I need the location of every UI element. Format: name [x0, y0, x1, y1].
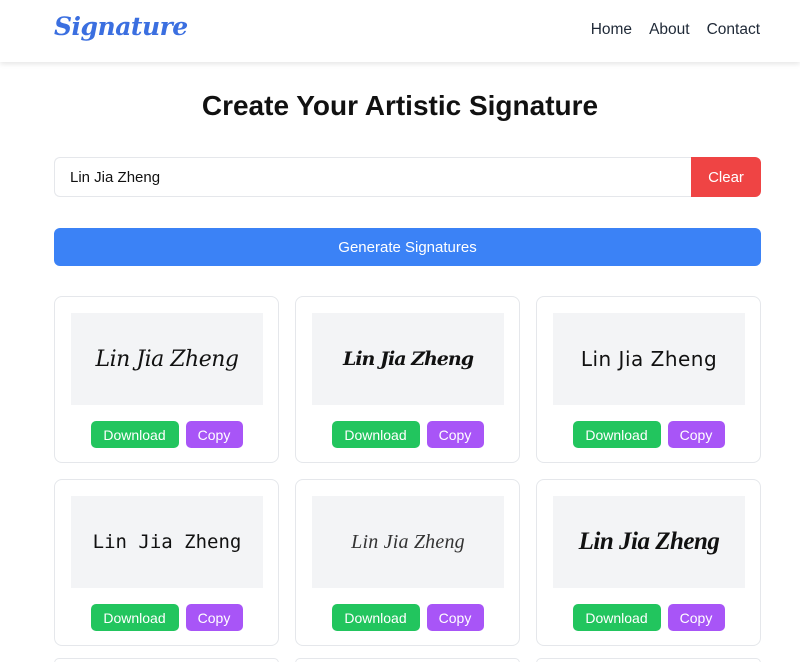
- download-button[interactable]: Download: [572, 604, 661, 631]
- copy-button[interactable]: Copy: [667, 604, 725, 631]
- download-button[interactable]: Download: [572, 421, 661, 448]
- nav-links: Home About Contact: [591, 21, 760, 39]
- signature-card-partial: [536, 658, 761, 662]
- signature-card-partial: [54, 658, 279, 662]
- page-title: Create Your Artistic Signature: [201, 90, 599, 121]
- card-actions: Download Copy: [55, 421, 278, 448]
- name-input[interactable]: [54, 157, 691, 197]
- logo[interactable]: Signature: [54, 12, 188, 41]
- signature-text: Lin Jia Zheng: [351, 530, 465, 553]
- nav-link-contact[interactable]: Contact: [707, 21, 760, 39]
- download-button[interactable]: Download: [90, 421, 179, 448]
- signature-text: Lin Jia Zheng: [578, 528, 720, 555]
- card-actions: Download Copy: [296, 604, 519, 631]
- generate-signatures-button[interactable]: Generate Signatures: [54, 228, 761, 266]
- signature-preview: Lin Jia Zheng: [312, 496, 504, 588]
- signature-card: Lin Jia Zheng Download Copy: [295, 296, 520, 463]
- card-actions: Download Copy: [55, 604, 278, 631]
- copy-button[interactable]: Copy: [185, 604, 243, 631]
- signature-card: Lin Jia Zheng Download Copy: [536, 296, 761, 463]
- signature-card-partial: [295, 658, 520, 662]
- signature-text: Lin Jia Zheng: [342, 348, 474, 370]
- card-actions: Download Copy: [296, 421, 519, 448]
- signature-card: Lin Jia Zheng Download Copy: [54, 479, 279, 646]
- navbar: Signature Home About Contact: [0, 0, 800, 62]
- nav-link-home[interactable]: Home: [591, 21, 632, 39]
- signature-text: Lin Jia Zheng: [95, 346, 240, 372]
- card-actions: Download Copy: [537, 604, 760, 631]
- clear-button[interactable]: Clear: [691, 157, 761, 197]
- signature-text: Lin Jia Zheng: [92, 531, 242, 553]
- copy-button[interactable]: Copy: [426, 604, 484, 631]
- signature-preview: Lin Jia Zheng: [71, 313, 263, 405]
- signature-preview: Lin Jia Zheng: [71, 496, 263, 588]
- signature-text: Lin Jia Zheng: [580, 347, 718, 371]
- copy-button[interactable]: Copy: [667, 421, 725, 448]
- signature-preview: Lin Jia Zheng: [312, 313, 504, 405]
- copy-button[interactable]: Copy: [426, 421, 484, 448]
- signature-preview: Lin Jia Zheng: [553, 496, 745, 588]
- download-button[interactable]: Download: [90, 604, 179, 631]
- signature-card: Lin Jia Zheng Download Copy: [536, 479, 761, 646]
- signature-card: Lin Jia Zheng Download Copy: [54, 296, 279, 463]
- copy-button[interactable]: Copy: [185, 421, 243, 448]
- signature-card: Lin Jia Zheng Download Copy: [295, 479, 520, 646]
- signature-grid: Lin Jia Zheng Download Copy Lin Jia Zhen…: [54, 296, 761, 646]
- card-actions: Download Copy: [537, 421, 760, 448]
- download-button[interactable]: Download: [331, 604, 420, 631]
- signature-preview: Lin Jia Zheng: [553, 313, 745, 405]
- download-button[interactable]: Download: [331, 421, 420, 448]
- nav-link-about[interactable]: About: [649, 21, 690, 39]
